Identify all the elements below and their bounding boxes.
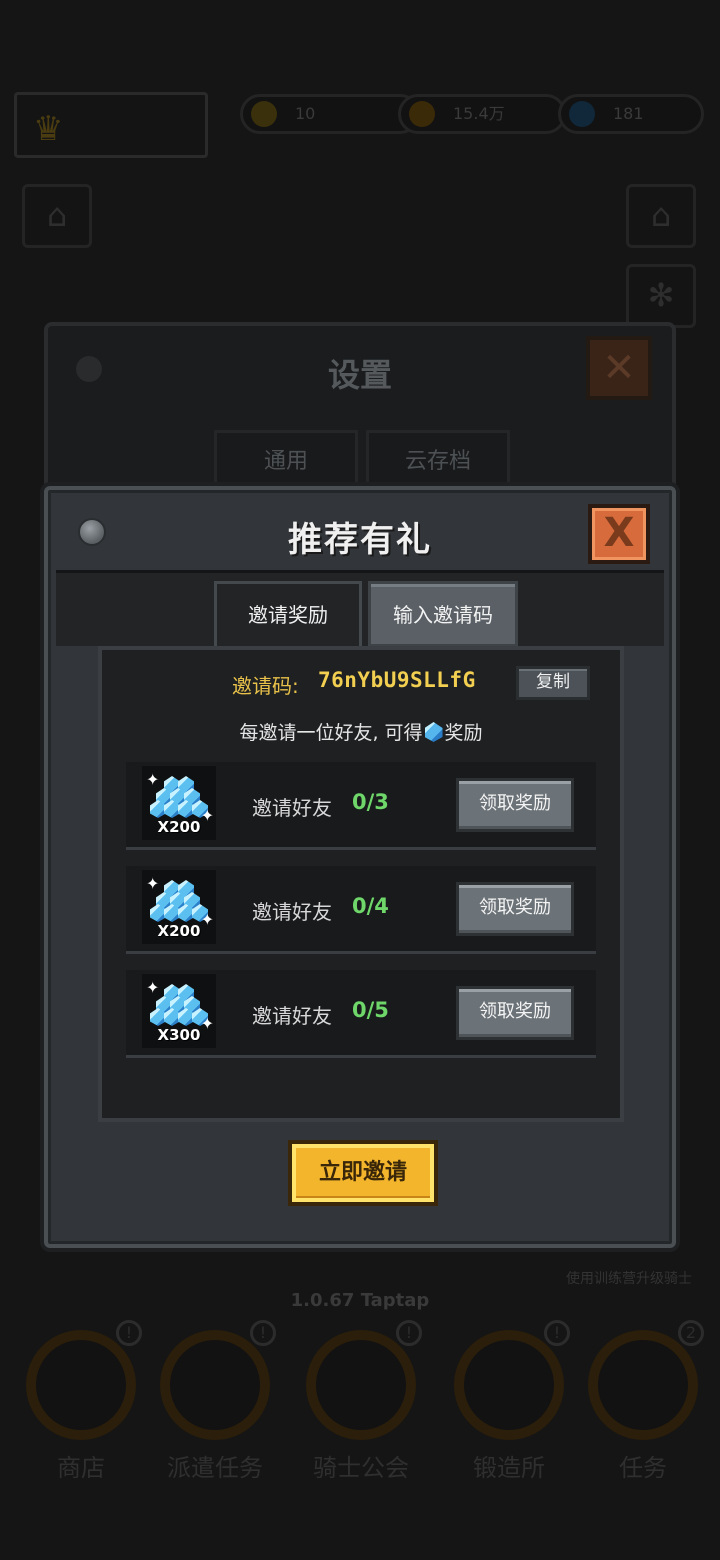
gem-icon xyxy=(569,101,595,127)
background-hint: 使用训练营升级骑士 xyxy=(566,1271,692,1287)
version-label: 1.0.67 Taptap xyxy=(290,1290,430,1311)
reward-label: 邀请好友 xyxy=(252,900,332,924)
background-side-button: ⌂ xyxy=(626,184,696,248)
dialog-tab-bar: 邀请奖励 输入邀请码 xyxy=(56,570,664,651)
gem-icon: ✦ ✦ X300 xyxy=(142,974,216,1048)
close-icon: ✕ xyxy=(586,336,652,400)
tab-invite-rewards[interactable]: 邀请奖励 xyxy=(214,581,362,651)
claim-reward-button[interactable]: 领取奖励 xyxy=(456,778,574,832)
background-tab-cloud: 云存档 xyxy=(366,430,510,494)
nav-item-guild: ! 骑士公会 xyxy=(306,1320,422,1500)
nav-item-tasks: 2 任务 xyxy=(588,1320,704,1500)
background-home-button: ⌂ xyxy=(22,184,92,248)
invite-now-button[interactable]: 立即邀请 xyxy=(288,1140,438,1206)
background-profile-box: ♛ xyxy=(14,92,208,158)
gold-icon xyxy=(409,101,435,127)
gem-icon: ✦ ✦ X200 xyxy=(142,766,216,840)
invite-code-row: 邀请码: 76nYbU9SLLfG 复制 xyxy=(102,666,620,702)
claim-reward-button[interactable]: 领取奖励 xyxy=(456,986,574,1040)
invite-description: 每邀请一位好友, 可得 奖励 xyxy=(239,722,483,744)
reward-progress: 0/5 xyxy=(352,998,389,1022)
reward-row: ✦ ✦ X200 邀请好友 0/4 领取奖励 xyxy=(126,866,596,954)
background-top-bar: ♛ 10 15.4万 181 xyxy=(14,90,706,160)
background-bottom-nav: ! 商店 ! 派遣任务 ! 骑士公会 ! 锻造所 2 任务 xyxy=(0,1320,720,1500)
reward-quantity: X200 xyxy=(157,818,201,836)
reward-label: 邀请好友 xyxy=(252,1004,332,1028)
claim-reward-button[interactable]: 领取奖励 xyxy=(456,882,574,936)
close-icon: X xyxy=(603,510,635,556)
background-tab-general: 通用 xyxy=(214,430,358,494)
reward-quantity: X300 xyxy=(157,1026,201,1044)
close-button[interactable]: X xyxy=(588,504,650,564)
background-resource-b: 15.4万 xyxy=(398,94,566,134)
gear-icon: ✻ xyxy=(626,264,696,328)
dialog-header: 推荐有礼 X xyxy=(48,490,672,568)
reward-label: 邀请好友 xyxy=(252,796,332,820)
invite-code-label: 邀请码: xyxy=(232,674,299,698)
gem-icon: ✦ ✦ X200 xyxy=(142,870,216,944)
reward-quantity: X200 xyxy=(157,922,201,940)
reward-row: ✦ ✦ X200 邀请好友 0/3 领取奖励 xyxy=(126,762,596,850)
gem-icon xyxy=(424,722,443,742)
nav-item-shop: ! 商店 xyxy=(26,1320,142,1500)
nav-item-dispatch: ! 派遣任务 xyxy=(160,1320,276,1500)
dialog-title: 推荐有礼 xyxy=(288,520,432,560)
reward-list: ✦ ✦ X200 邀请好友 0/3 领取奖励 ✦ ✦ X200 邀请好友 0/4… xyxy=(126,762,596,1074)
coin-icon xyxy=(251,101,277,127)
crown-icon: ♛ xyxy=(33,109,64,149)
invite-code-value: 76nYbU9SLLfG xyxy=(318,668,476,692)
invite-rewards-panel: 邀请码: 76nYbU9SLLfG 复制 每邀请一位好友, 可得 奖励 ✦ ✦ X… xyxy=(98,646,624,1122)
background-resource-c: 181 xyxy=(558,94,704,134)
reward-row: ✦ ✦ X300 邀请好友 0/5 领取奖励 xyxy=(126,970,596,1058)
copy-button[interactable]: 复制 xyxy=(516,666,590,700)
nav-item-forge: ! 锻造所 xyxy=(454,1320,570,1500)
reward-progress: 0/3 xyxy=(352,790,389,814)
referral-dialog: 推荐有礼 X 邀请奖励 输入邀请码 邀请码: 76nYbU9SLLfG 复制 每… xyxy=(44,486,676,1248)
tab-enter-invite-code[interactable]: 输入邀请码 xyxy=(368,581,518,647)
background-resource-a: 10 xyxy=(240,94,420,134)
reward-progress: 0/4 xyxy=(352,894,389,918)
